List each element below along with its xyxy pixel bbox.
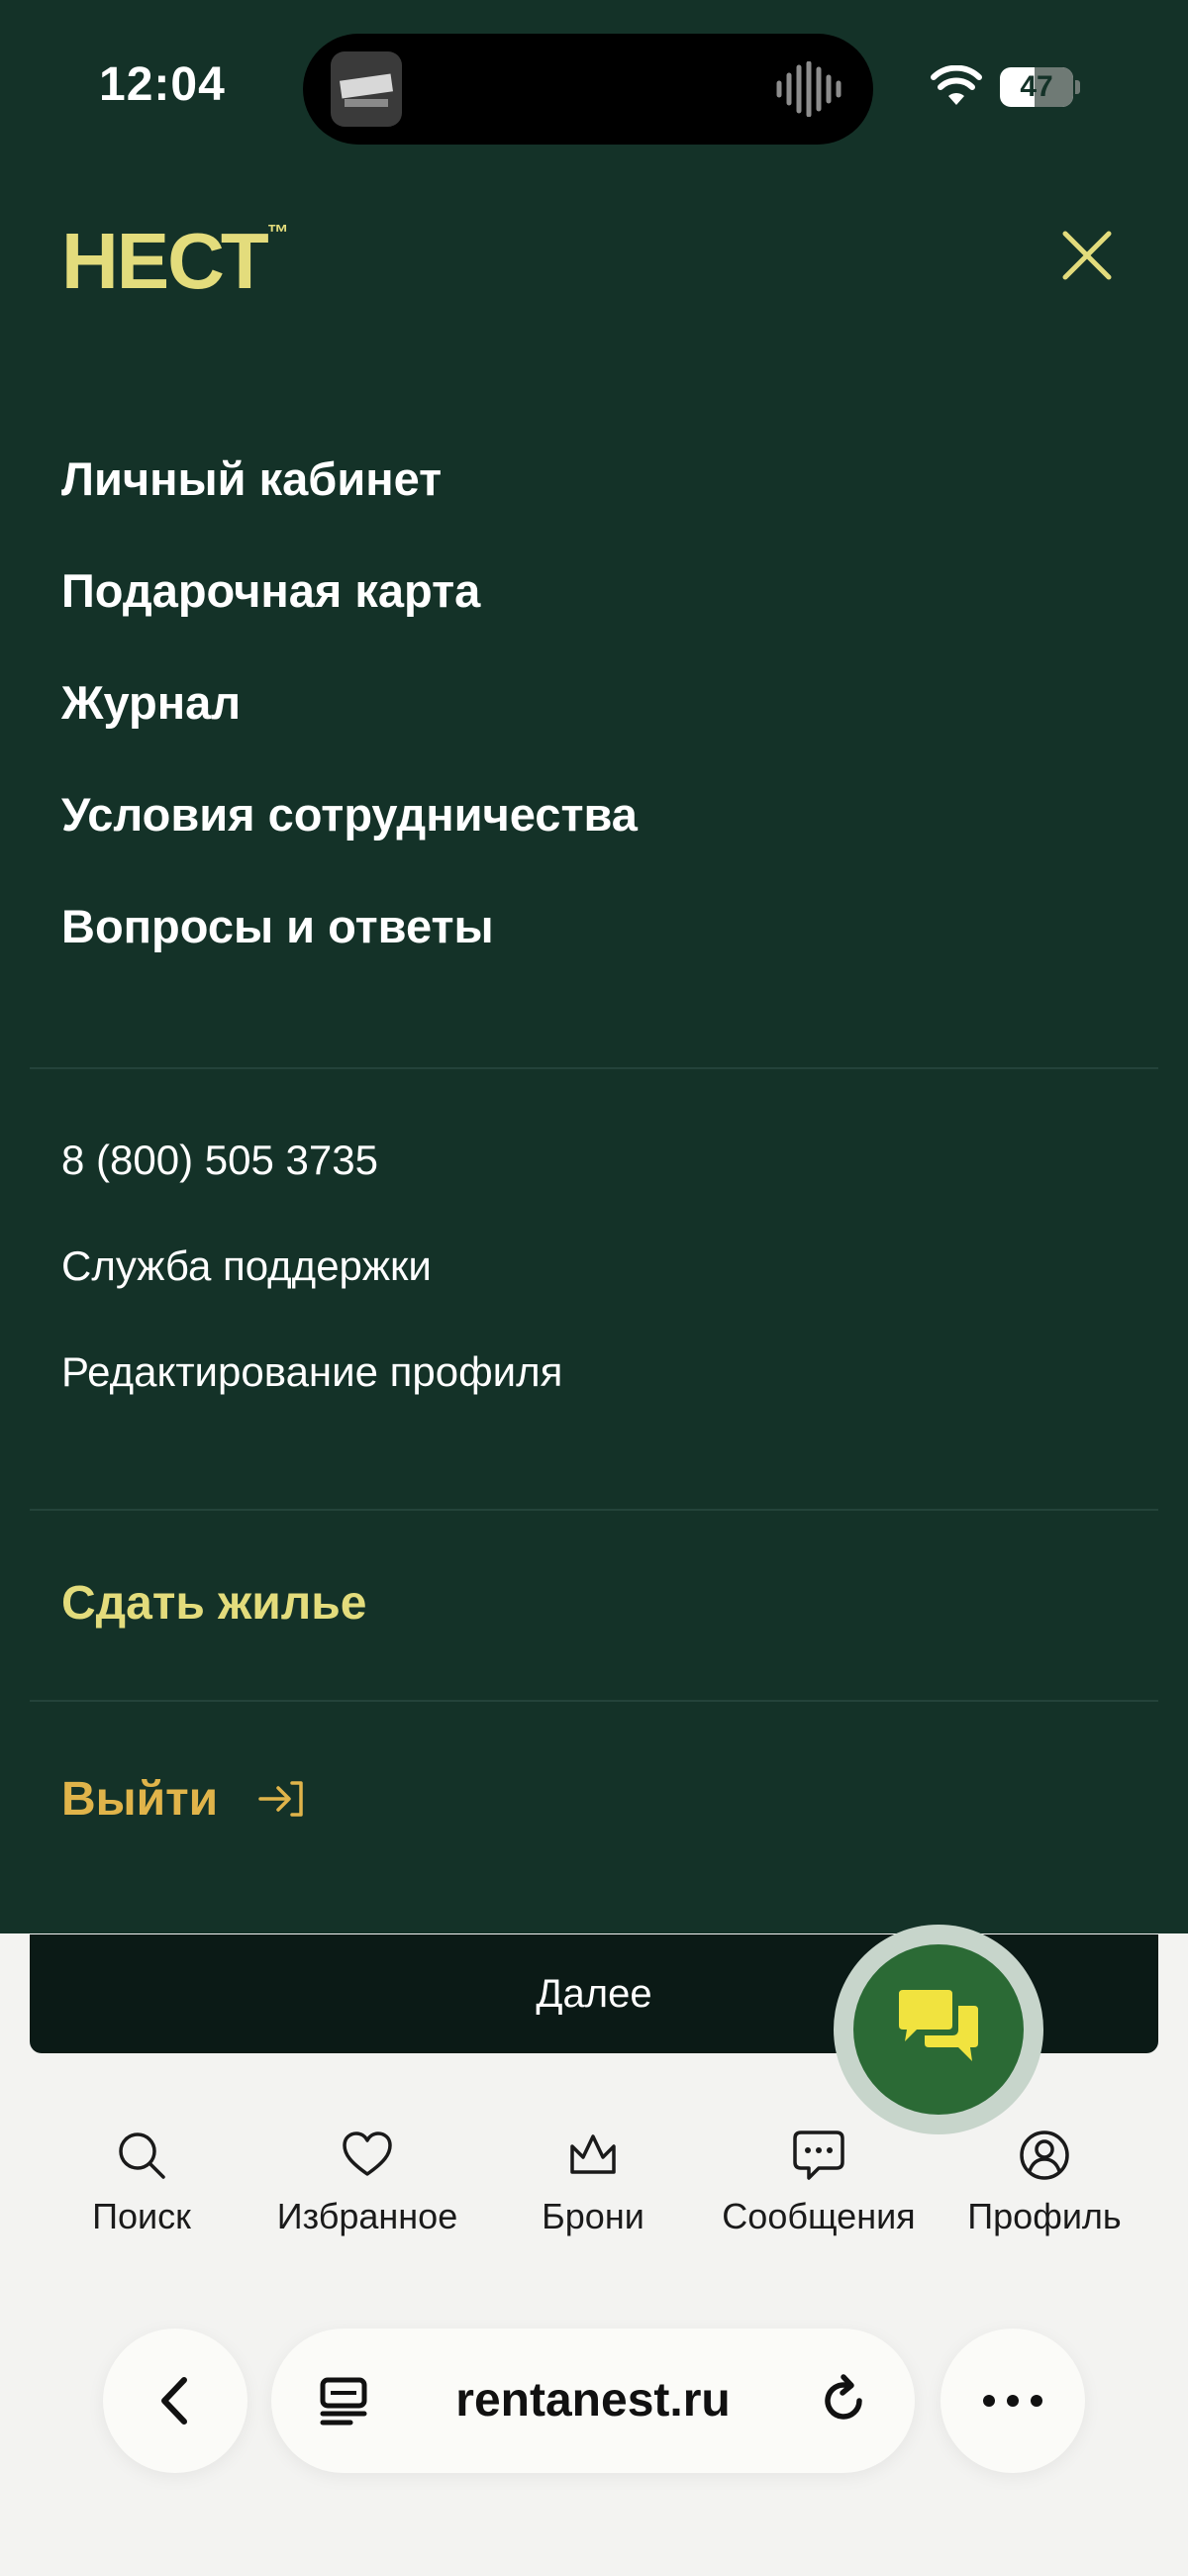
menu-item-partnership[interactable]: Условия сотрудничества [61,787,638,842]
more-horizontal-icon [983,2395,1042,2407]
tab-label: Брони [542,2196,644,2236]
dynamic-island [303,34,873,145]
logout-label: Выйти [61,1772,219,1826]
wifi-icon [931,65,982,105]
divider [30,1700,1158,1702]
crown-icon [570,2134,616,2174]
tab-favorites[interactable]: Избранное [258,2129,476,2237]
menu-item-account[interactable]: Личный кабинет [61,451,442,506]
menu-item-journal[interactable]: Журнал [61,675,241,730]
audio-wave-icon [776,61,842,117]
brand-logo[interactable]: НЕСТ™ [61,216,289,307]
chevron-left-icon [161,2377,187,2425]
tab-label: Профиль [967,2196,1122,2236]
reader-mode-icon[interactable] [319,2376,368,2426]
menu-panel: 12:04 47 НЕСТ™ Личный кабинет Подарочная… [0,0,1188,1933]
menu-item-faq[interactable]: Вопросы и ответы [61,899,494,953]
logout-button[interactable]: Выйти [61,1766,305,1832]
tab-label: Избранное [276,2196,458,2236]
tab-profile[interactable]: Профиль [936,2129,1153,2237]
logo-trademark: ™ [266,220,289,245]
search-icon [119,2132,165,2179]
address-bar[interactable]: rentanest.ru [271,2328,915,2473]
heart-icon [343,2131,392,2176]
tab-bookings[interactable]: Брони [484,2129,702,2237]
tab-messages[interactable]: Сообщения [710,2129,928,2237]
battery-level: 47 [1020,70,1053,103]
tab-label: Сообщения [722,2196,916,2236]
divider [30,1067,1158,1069]
tab-search[interactable]: Поиск [33,2129,250,2237]
chat-icon [899,1990,978,2061]
phone-link[interactable]: 8 (800) 505 3735 [61,1137,378,1184]
now-playing-artwork [331,51,402,127]
edit-profile-link[interactable]: Редактирование профиля [61,1348,562,1396]
reload-icon[interactable] [818,2374,871,2427]
tab-label: Поиск [92,2196,191,2236]
logout-icon [258,1781,303,1817]
status-time: 12:04 [99,58,226,111]
logo-text: НЕСТ [61,217,269,305]
more-options-button[interactable] [940,2328,1085,2473]
battery-indicator: 47 [1000,67,1080,107]
message-icon [793,2130,844,2180]
profile-icon [1020,2130,1069,2180]
menu-item-gift-card[interactable]: Подарочная карта [61,563,480,618]
browser-back-button[interactable] [103,2328,248,2473]
close-icon[interactable] [1055,224,1119,287]
chat-button[interactable] [853,1944,1024,2115]
support-link[interactable]: Служба поддержки [61,1242,432,1290]
divider [30,1509,1158,1511]
rent-out-link[interactable]: Сдать жилье [61,1576,366,1631]
